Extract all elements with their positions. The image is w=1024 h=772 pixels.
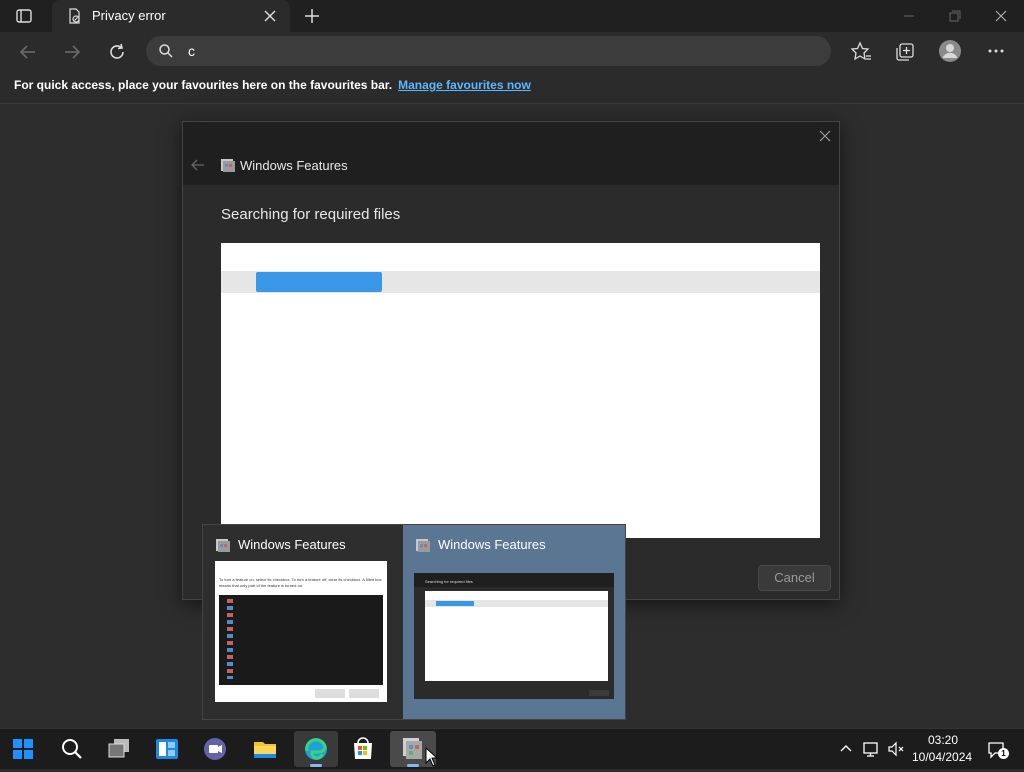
back-icon[interactable] (18, 42, 38, 62)
edge-browser-icon[interactable] (294, 731, 338, 767)
start-windows-icon[interactable] (4, 733, 42, 765)
add-favourite-icon[interactable] (850, 41, 872, 63)
favourites-bar-message: For quick access, place your favourites … (14, 78, 531, 92)
network-icon[interactable] (861, 739, 881, 759)
taskbar-thumbnail-previews: Windows Features To turn a feature on, s… (202, 524, 626, 720)
forward-icon[interactable] (62, 42, 82, 62)
widgets-icon[interactable] (148, 733, 186, 765)
thumbnail-title: Windows Features (238, 537, 346, 552)
preview-feature-list (219, 595, 383, 685)
more-options-icon[interactable] (986, 41, 1006, 61)
refresh-icon[interactable] (106, 41, 128, 63)
task-view-icon[interactable] (100, 733, 138, 765)
collections-icon[interactable] (894, 41, 916, 63)
address-bar[interactable]: c (146, 36, 831, 66)
tab-title: Privacy error (92, 8, 166, 23)
notification-center-icon[interactable]: 1 (986, 739, 1009, 761)
file-explorer-icon[interactable] (246, 733, 284, 765)
tab-privacy-error[interactable]: Privacy error (52, 0, 290, 32)
navigation-bar: c (0, 32, 1024, 72)
dialog-close-icon[interactable] (817, 128, 833, 144)
close-tab-icon[interactable] (262, 8, 278, 24)
minimize-icon[interactable] (900, 8, 918, 24)
clock-time[interactable]: 03:20 (928, 733, 958, 747)
dialog-heading: Searching for required files (221, 206, 401, 223)
dialog-back-icon[interactable] (190, 157, 206, 173)
taskbar: 03:20 10/04/2024 1 (0, 728, 1024, 769)
microsoft-store-icon[interactable] (344, 733, 382, 765)
thumbnail-title: Windows Features (438, 537, 546, 552)
notification-badge: 1 (998, 748, 1009, 759)
volume-muted-icon[interactable] (886, 739, 906, 759)
windows-features-icon (415, 537, 431, 553)
favourites-hint: For quick access, place your favourites … (14, 78, 393, 92)
close-window-icon[interactable] (992, 8, 1010, 24)
profile-avatar-icon[interactable] (938, 39, 962, 63)
page-warning-icon (66, 8, 82, 24)
mouse-cursor-icon (425, 746, 439, 767)
tab-actions-icon[interactable] (14, 6, 34, 26)
dialog-header: Windows Features (183, 122, 839, 185)
clock-date[interactable]: 10/04/2024 (912, 750, 972, 764)
restore-icon[interactable] (946, 8, 964, 24)
thumbnail-windows-features-1[interactable]: Windows Features To turn a feature on, s… (203, 525, 402, 719)
search-icon[interactable] (52, 733, 90, 765)
new-tab-icon[interactable] (302, 6, 322, 26)
windows-features-icon (220, 157, 236, 173)
thumbnail-preview-image: Searching for required files (414, 573, 614, 699)
manage-favourites-link[interactable]: Manage favourites now (398, 78, 531, 92)
progress-bar (221, 271, 820, 293)
address-input[interactable]: c (188, 43, 195, 59)
preview-ok-button (315, 689, 345, 698)
teams-chat-icon[interactable] (196, 733, 234, 765)
thumbnail-preview-image: To turn a feature on, select its checkbo… (215, 561, 387, 702)
progress-panel (221, 243, 820, 538)
dialog-title: Windows Features (240, 158, 348, 173)
favourites-bar: For quick access, place your favourites … (0, 72, 1024, 104)
show-hidden-icons-chevron-icon[interactable] (838, 741, 854, 757)
thumbnail-windows-features-2[interactable]: Windows Features Searching for required … (403, 525, 625, 719)
windows-features-icon (215, 537, 231, 553)
browser-title-bar: Privacy error (0, 0, 1024, 32)
preview-instruction-text: To turn a feature on, select its checkbo… (219, 577, 382, 588)
preview-heading-text: Searching for required files (425, 579, 473, 584)
cancel-button[interactable]: Cancel (758, 565, 831, 591)
preview-cancel-button (349, 689, 379, 698)
progress-indicator (256, 272, 382, 292)
search-icon (158, 43, 174, 59)
